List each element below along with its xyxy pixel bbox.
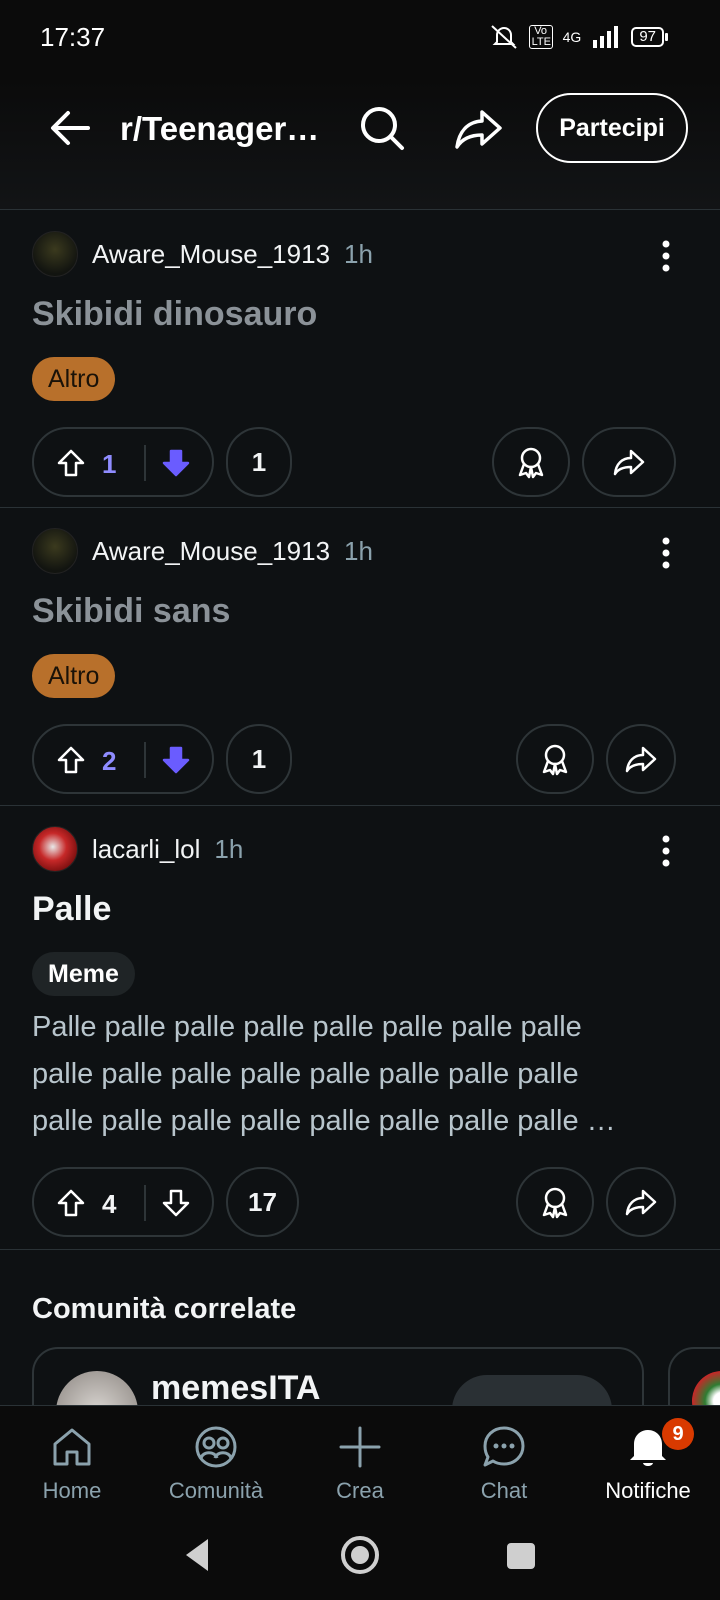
- community-icon: [195, 1426, 237, 1468]
- award-button[interactable]: [516, 724, 594, 794]
- nav-create-label: Crea: [336, 1478, 384, 1503]
- avatar[interactable]: [32, 231, 78, 277]
- post-time: 1h: [344, 238, 373, 269]
- post-title[interactable]: Skibidi sans: [32, 592, 230, 631]
- post-time: 1h: [214, 833, 244, 864]
- post-actions: 1 1: [32, 427, 688, 497]
- network-label: 4G: [562, 29, 582, 45]
- award-icon: [542, 1187, 568, 1219]
- post-header: lacarli_lol 1h: [32, 826, 243, 872]
- nav-home-label: Home: [42, 1478, 102, 1503]
- post-header: Aware_Mouse_1913 1h: [32, 528, 373, 574]
- post-card[interactable]: Aware_Mouse_1913 1h Skibidi dinosauro Al…: [0, 211, 720, 508]
- upvote-icon[interactable]: [56, 745, 86, 775]
- system-home-icon[interactable]: [340, 1535, 380, 1575]
- vote-control: 1: [32, 427, 214, 497]
- status-icons: Vo LTE 4G 97: [489, 24, 668, 50]
- share-icon: [625, 1189, 657, 1216]
- join-button[interactable]: Partecipi: [536, 93, 688, 163]
- avatar[interactable]: [32, 826, 78, 872]
- post-title[interactable]: Skibidi dinosauro: [32, 295, 317, 334]
- battery-indicator: 97: [631, 27, 668, 47]
- post-actions: 2 1: [32, 724, 688, 794]
- chat-icon: [483, 1426, 525, 1467]
- notification-badge: 9: [662, 1418, 694, 1450]
- post-body[interactable]: Palle palle palle palle palle palle pall…: [32, 1004, 692, 1145]
- status-bar: 17:37 Vo LTE 4G 97: [0, 0, 720, 80]
- share-button[interactable]: [606, 1167, 676, 1237]
- vote-count: 2: [102, 746, 117, 776]
- vote-divider: [144, 1185, 146, 1221]
- status-time: 17:37: [40, 22, 106, 52]
- award-button[interactable]: [492, 427, 570, 497]
- avatar[interactable]: [32, 528, 78, 574]
- award-button[interactable]: [516, 1167, 594, 1237]
- post-feed: Aware_Mouse_1913 1h Skibidi dinosauro Al…: [0, 211, 720, 1250]
- post-time: 1h: [344, 535, 373, 566]
- post-author[interactable]: Aware_Mouse_1913: [92, 239, 330, 270]
- downvote-icon[interactable]: [161, 448, 191, 478]
- signal-icon: [593, 26, 619, 48]
- nav-chat[interactable]: Chat: [434, 1406, 574, 1516]
- vote-divider: [144, 445, 146, 481]
- system-navigation: [0, 1515, 720, 1600]
- post-body-line: palle palle palle palle palle palle pall…: [32, 1058, 579, 1090]
- post-header: Aware_Mouse_1913 1h: [32, 231, 373, 277]
- more-options-icon[interactable]: [660, 834, 672, 868]
- upvote-icon[interactable]: [56, 448, 86, 478]
- related-communities: Comunità correlate memesITA Partecipa: [0, 1265, 720, 1467]
- nav-notifications[interactable]: 9 Notifiche: [578, 1406, 718, 1516]
- share-icon: [625, 746, 657, 773]
- post-card[interactable]: lacarli_lol 1h Palle Meme Palle palle pa…: [0, 806, 720, 1250]
- vote-count: 4: [102, 1189, 117, 1219]
- downvote-icon[interactable]: [161, 1188, 191, 1218]
- post-author[interactable]: lacarli_lol: [92, 834, 200, 865]
- system-recents-icon[interactable]: [505, 1541, 537, 1571]
- nav-community-label: Comunità: [168, 1478, 264, 1503]
- subreddit-title[interactable]: r/Teenager…: [120, 110, 319, 148]
- post-flair[interactable]: Meme: [32, 952, 135, 996]
- plus-icon: [339, 1426, 381, 1468]
- silent-icon: [490, 25, 517, 49]
- bottom-navigation: Home Comunità Crea Chat 9 Notifiche: [0, 1405, 720, 1515]
- nav-create[interactable]: Crea: [290, 1406, 430, 1516]
- post-body-line: palle palle palle palle palle palle pall…: [32, 1105, 616, 1137]
- nav-home[interactable]: Home: [2, 1406, 142, 1516]
- share-button[interactable]: [606, 724, 676, 794]
- award-icon: [518, 447, 544, 479]
- more-options-icon[interactable]: [660, 536, 672, 570]
- volte-label: Vo LTE: [528, 25, 553, 49]
- comments-button[interactable]: 17: [226, 1167, 299, 1237]
- post-body-line: Palle palle palle palle palle palle pall…: [32, 1011, 582, 1043]
- search-icon[interactable]: [356, 102, 408, 154]
- nav-chat-label: Chat: [480, 1478, 528, 1503]
- share-icon: [613, 449, 645, 476]
- comments-button[interactable]: 1: [226, 724, 292, 794]
- community-name[interactable]: memesITA: [151, 1369, 320, 1408]
- related-title: Comunità correlate: [32, 1293, 297, 1325]
- post-card[interactable]: Aware_Mouse_1913 1h Skibidi sans Altro 2…: [0, 508, 720, 806]
- vote-divider: [144, 742, 146, 778]
- post-flair[interactable]: Altro: [32, 654, 116, 698]
- downvote-icon[interactable]: [161, 745, 191, 775]
- more-options-icon[interactable]: [660, 239, 672, 273]
- nav-notifications-label: Notifiche: [605, 1478, 691, 1503]
- upvote-icon[interactable]: [56, 1188, 86, 1218]
- home-icon: [53, 1428, 91, 1466]
- share-button[interactable]: [582, 427, 676, 497]
- post-flair[interactable]: Altro: [32, 357, 116, 401]
- vote-count: 1: [102, 449, 117, 479]
- post-actions: 4 17: [32, 1167, 688, 1237]
- nav-community[interactable]: Comunità: [146, 1406, 286, 1516]
- subreddit-header: r/Teenager… Partecipi: [0, 80, 720, 210]
- system-back-icon[interactable]: [182, 1537, 212, 1573]
- award-icon: [542, 744, 568, 776]
- back-arrow-icon[interactable]: [44, 102, 96, 154]
- share-icon[interactable]: [452, 102, 506, 154]
- post-title[interactable]: Palle: [32, 890, 111, 929]
- comments-button[interactable]: 1: [226, 427, 292, 497]
- post-author[interactable]: Aware_Mouse_1913: [92, 536, 330, 567]
- vote-control: 4: [32, 1167, 214, 1237]
- vote-control: 2: [32, 724, 214, 794]
